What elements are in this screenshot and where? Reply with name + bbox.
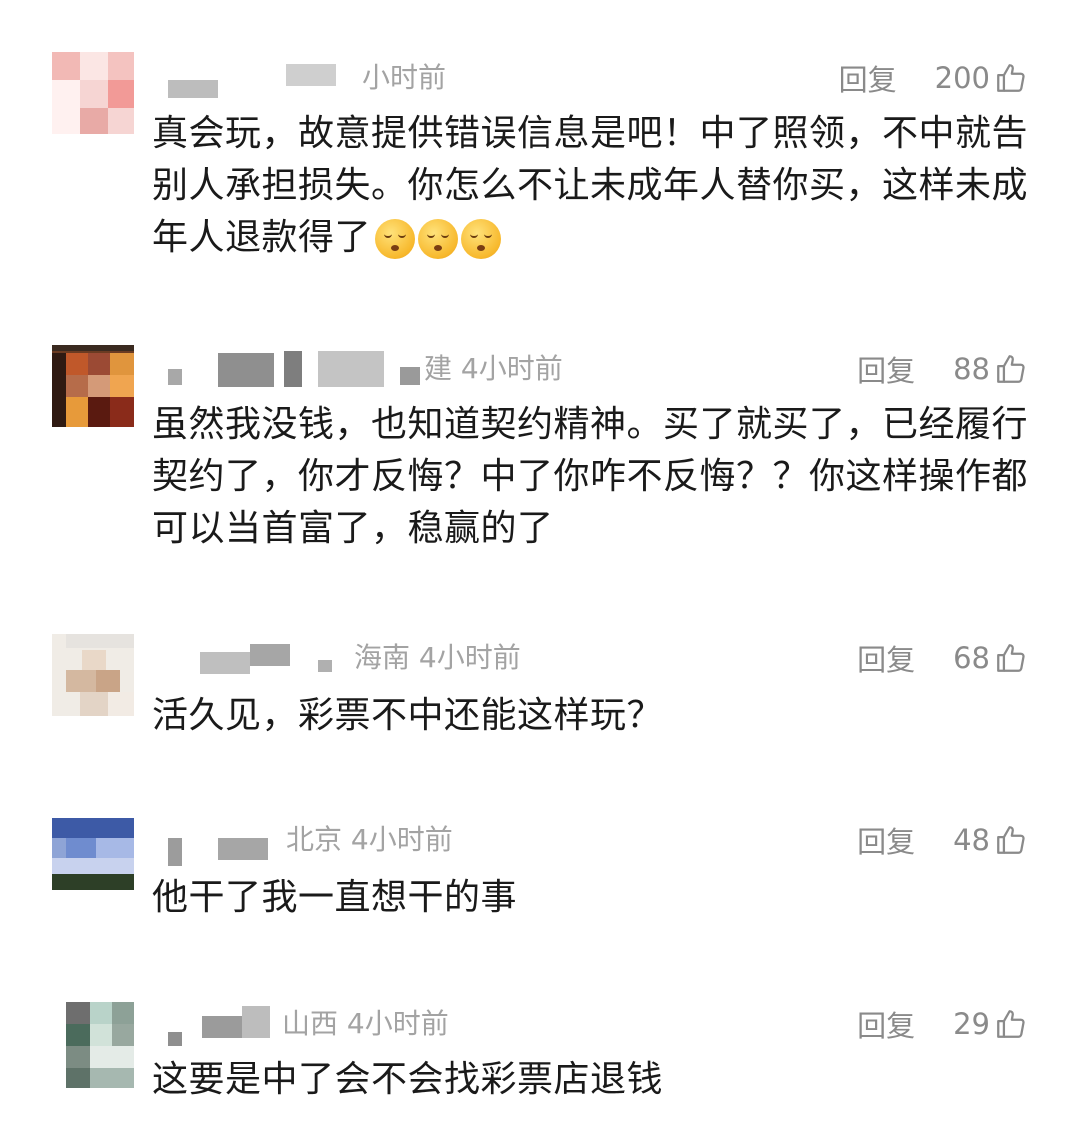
avatar[interactable]: [52, 818, 134, 890]
emoji-group: [375, 219, 504, 259]
like-button[interactable]: 68: [953, 641, 1028, 675]
comment-meta: 山西 4小时前: [282, 1007, 449, 1040]
like-count: 68: [953, 641, 990, 675]
username-redacted[interactable]: [168, 818, 286, 866]
thumbs-up-icon: [997, 1010, 1025, 1038]
like-count: 200: [934, 61, 990, 95]
comment-text: 活久见，彩票不中还能这样玩？: [152, 695, 664, 736]
username-redacted[interactable]: [168, 345, 424, 387]
reply-button[interactable]: 回复: [857, 1003, 915, 1045]
thumbs-up-icon: [997, 64, 1025, 92]
thumbs-up-icon: [997, 644, 1025, 672]
like-button[interactable]: 88: [953, 352, 1028, 386]
comment-actions: 回复 29: [857, 1004, 1028, 1044]
avatar[interactable]: [52, 634, 134, 716]
hushed-face-emoji-icon: [461, 219, 502, 259]
comment-text: 他干了我一直想干的事: [152, 877, 518, 918]
comment-text: 这要是中了会不会找彩票店退钱: [152, 1059, 664, 1100]
comment-meta: 海南 4小时前: [354, 641, 521, 674]
username-redacted[interactable]: [168, 52, 338, 98]
comment-text: 真会玩，故意提供错误信息是吧！中了照领，不中就告别人承担损失。你怎么不让未成年人…: [152, 108, 1032, 264]
comment-actions: 回复 88: [857, 349, 1028, 389]
like-count: 88: [953, 352, 990, 386]
like-count: 48: [953, 823, 990, 857]
thumbs-up-icon: [997, 355, 1025, 383]
reply-button[interactable]: 回复: [857, 637, 915, 679]
like-button[interactable]: 29: [953, 1007, 1028, 1041]
comment-actions: 回复 68: [857, 638, 1028, 678]
hushed-face-emoji-icon: [375, 219, 416, 259]
avatar[interactable]: [52, 52, 134, 134]
username-redacted[interactable]: [168, 1002, 278, 1046]
like-button[interactable]: 48: [953, 823, 1028, 857]
hushed-face-emoji-icon: [418, 219, 459, 259]
reply-button[interactable]: 回复: [857, 348, 915, 390]
comment-body: 真会玩，故意提供错误信息是吧！中了照领，不中就告别人承担损失。你怎么不让未成年人…: [152, 113, 1029, 258]
like-count: 29: [953, 1007, 990, 1041]
avatar[interactable]: [52, 345, 134, 427]
reply-button[interactable]: 回复: [839, 57, 897, 99]
reply-button[interactable]: 回复: [857, 819, 915, 861]
like-button[interactable]: 200: [935, 61, 1028, 95]
avatar[interactable]: [52, 1002, 134, 1088]
comment-actions: 回复 200: [839, 58, 1028, 98]
comment-actions: 回复 48: [857, 820, 1028, 860]
comment-meta: 北京 4小时前: [286, 823, 453, 856]
comment-meta: 建 4小时前: [424, 352, 563, 385]
thumbs-up-icon: [997, 826, 1025, 854]
comment-meta: 小时前: [362, 61, 447, 94]
username-redacted[interactable]: [168, 634, 340, 674]
comment-text: 虽然我没钱，也知道契约精神。买了就买了，已经履行契约了，你才反悔？中了你咋不反悔…: [152, 404, 1029, 549]
